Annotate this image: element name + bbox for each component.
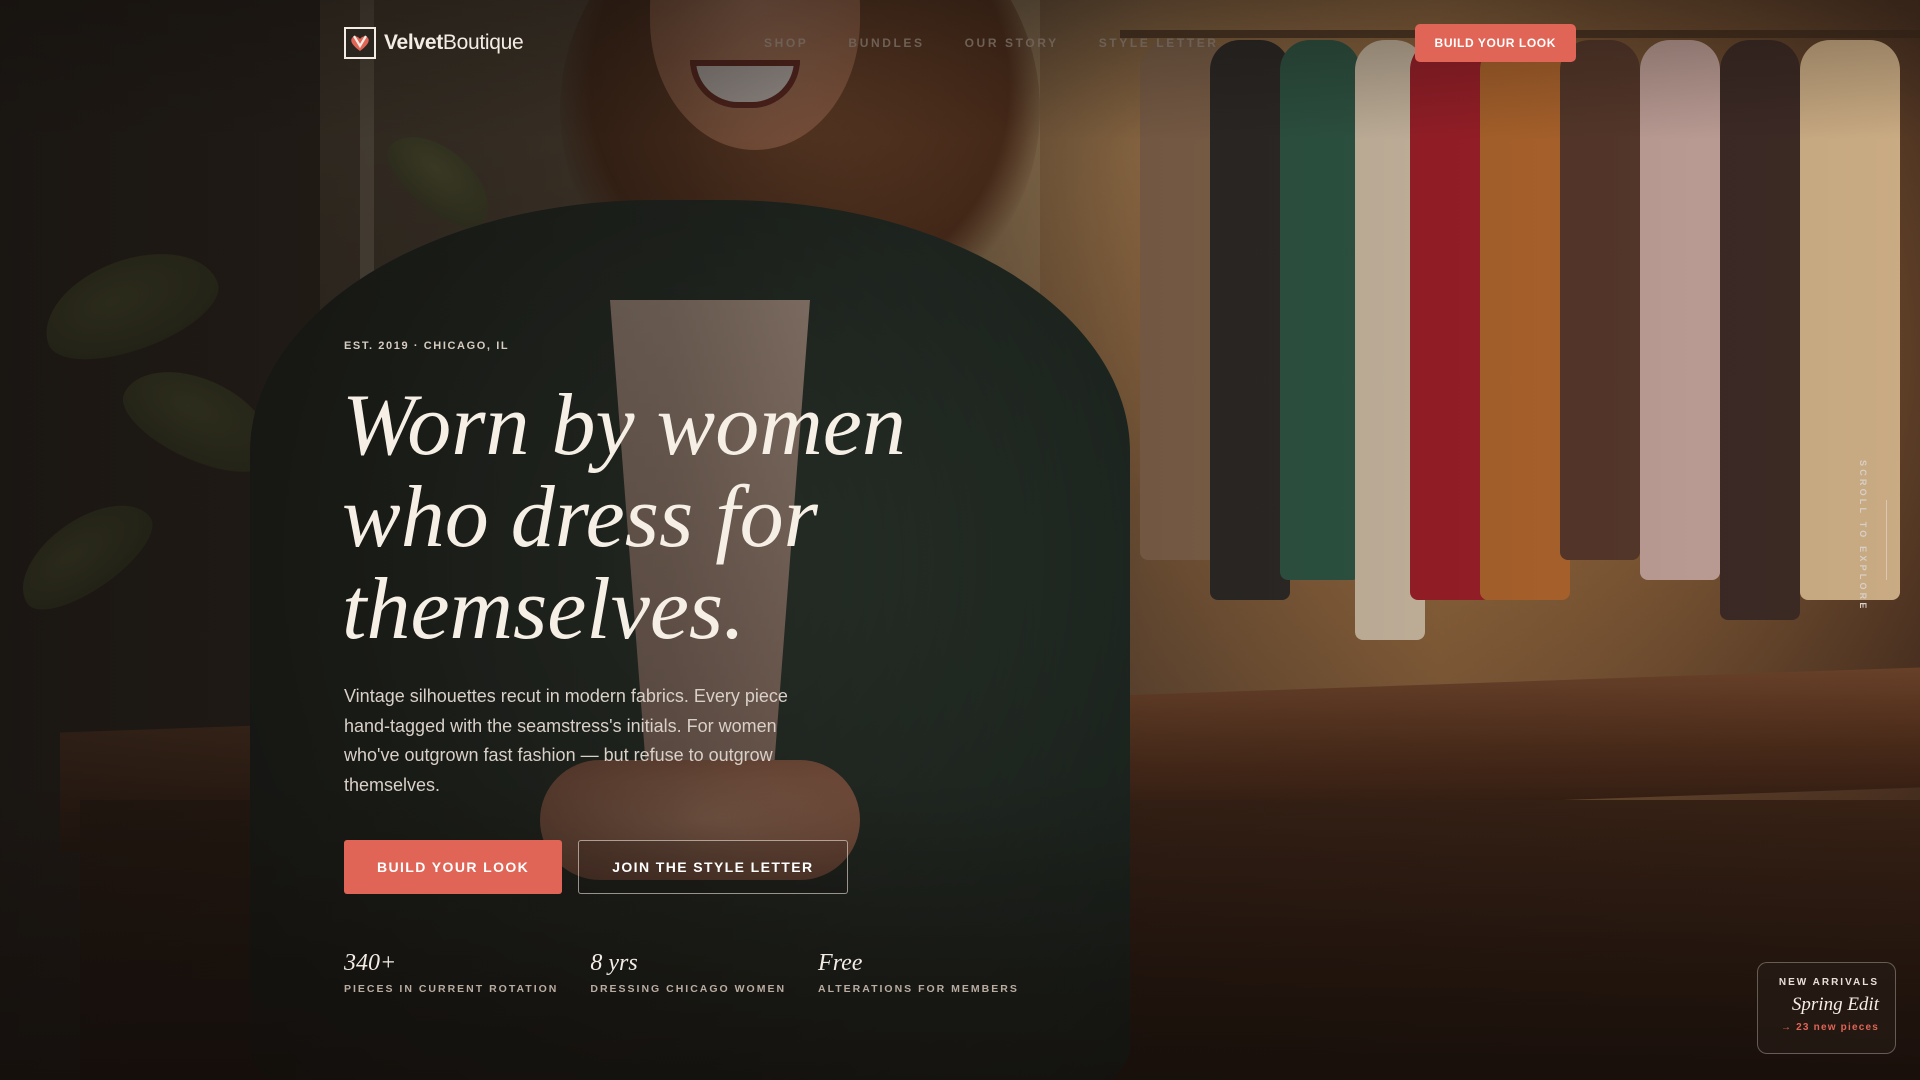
scroll-cue-line	[1886, 500, 1887, 580]
brand-name-part2: Boutique	[442, 31, 524, 54]
hero-stats: 340+ PIECES IN CURRENT ROTATION 8 yrs DR…	[344, 950, 1051, 995]
stat-years: 8 yrs DRESSING CHICAGO WOMEN	[590, 950, 786, 995]
brand-name: VelvetBoutique	[384, 31, 524, 55]
stat-label: PIECES IN CURRENT ROTATION	[344, 983, 559, 995]
nav-item-style-letter[interactable]: STYLE LETTER	[1099, 36, 1219, 50]
arrivals-count: → 23 new pieces	[1780, 1022, 1879, 1033]
header-build-your-look-button[interactable]: BUILD YOUR LOOK	[1414, 24, 1576, 62]
headline-line: Worn by women	[342, 377, 906, 474]
stat-pieces: 340+ PIECES IN CURRENT ROTATION	[344, 950, 558, 995]
headline-line: themselves.	[342, 561, 746, 658]
hero-cta-group: BUILD YOUR LOOK JOIN THE STYLE LETTER	[344, 840, 848, 894]
stat-label: DRESSING CHICAGO WOMEN	[590, 983, 787, 995]
hero-eyebrow: EST. 2019 · CHICAGO, IL	[344, 340, 510, 352]
build-your-look-button[interactable]: BUILD YOUR LOOK	[344, 840, 563, 894]
arrivals-eyebrow: NEW ARRIVALS	[1778, 977, 1879, 988]
bottom-gradient	[0, 780, 1920, 1080]
hero-headline: Worn by women who dress for themselves.	[342, 380, 1022, 656]
new-arrivals-card[interactable]: NEW ARRIVALS Spring Edit → 23 new pieces	[1757, 962, 1896, 1054]
stat-value: 340+	[344, 950, 397, 976]
main-nav: SHOP BUNDLES OUR STORY STYLE LETTER	[764, 36, 1219, 50]
arrivals-title: Spring Edit	[1791, 994, 1879, 1015]
brand-name-part1: Velvet	[384, 31, 443, 54]
stat-value: 8 yrs	[590, 950, 638, 976]
stat-value: Free	[818, 950, 863, 976]
site-header: VelvetBoutique SHOP BUNDLES OUR STORY ST…	[344, 24, 1576, 62]
scroll-to-explore-cue[interactable]: SCROLL TO EXPLORE	[1858, 460, 1887, 630]
stat-label: ALTERATIONS FOR MEMBERS	[818, 983, 1019, 995]
nav-item-our-story[interactable]: OUR STORY	[965, 36, 1059, 50]
join-style-letter-button[interactable]: JOIN THE STYLE LETTER	[578, 840, 848, 894]
headline-line: who dress for	[342, 469, 818, 566]
nav-item-shop[interactable]: SHOP	[764, 36, 808, 50]
top-gradient	[0, 0, 1920, 140]
nav-item-bundles[interactable]: BUNDLES	[848, 36, 924, 50]
scroll-cue-label: SCROLL TO EXPLORE	[1858, 460, 1868, 612]
stat-alterations: Free ALTERATIONS FOR MEMBERS	[818, 950, 1019, 995]
heart-monogram-icon	[344, 27, 376, 59]
hero-description: Vintage silhouettes recut in modern fabr…	[344, 686, 788, 795]
brand-logo-link[interactable]: VelvetBoutique	[344, 27, 524, 59]
